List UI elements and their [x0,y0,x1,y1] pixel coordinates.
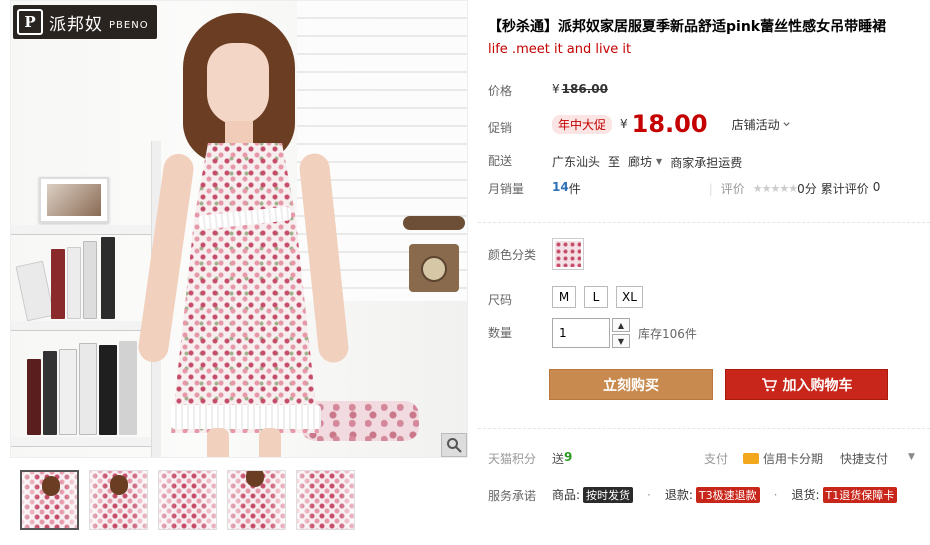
color-swatch-pink[interactable] [552,238,584,270]
service-tag-refund: T3极速退款 [695,486,760,503]
original-price: ¥ 186.00 [552,82,608,96]
ship-to: 廊坊 [628,155,653,169]
credit-installment-label: 信用卡分期 [763,452,824,466]
product-title: 【秒杀通】派邦奴家居服夏季新品舒适pink蕾丝性感女吊带睡裙 [488,19,887,35]
model-figure [136,13,351,457]
service-dot: · [773,487,778,502]
ship-from: 广东汕头 [552,155,601,169]
thumbnail-4[interactable] [227,470,286,530]
product-detail: 【秒杀通】派邦奴家居服夏季新品舒适pink蕾丝性感女吊带睡裙 life .mee… [478,0,930,545]
service-item-ship[interactable]: 商品: 按时发货 [552,486,634,503]
service-tag-return: T1退货保障卡 [822,486,898,503]
shop-activity-dropdown[interactable]: 店铺活动 [732,116,791,133]
review-count: 0 [872,180,881,194]
review-label: 累计评价 [820,182,869,196]
service-prefix: 退款: [664,488,693,502]
rating-stars: ★★★★★ [752,182,798,195]
original-price-value: 186.00 [561,82,608,96]
rating-score: 0分 [797,182,817,196]
decrement-button[interactable]: ▼ [612,334,630,348]
zoom-button[interactable] [441,433,467,457]
shipping-fee: 商家承担运费 [670,156,743,170]
credit-installment[interactable]: 信用卡分期 [743,450,823,467]
thumbnail-strip [20,470,355,530]
service-item-refund[interactable]: 退款: T3极速退款 [665,486,760,503]
thumbnail-2[interactable] [89,470,148,530]
ship-to-dropdown[interactable]: 廊坊 ▼ [628,153,662,170]
thumbnail-1[interactable] [20,470,79,530]
photo-frame [39,177,109,223]
brand-name-en: PBENO [109,19,149,31]
currency-symbol: ¥ [552,82,560,96]
points-label: 天猫积分 [488,452,537,466]
quantity-stepper: ▲ ▼ [612,318,630,348]
price-label: 价格 [488,84,513,98]
sales-count: 14 [552,180,569,194]
points-value: 送 9 [552,450,572,467]
size-label: 尺码 [488,293,513,307]
add-to-cart-button[interactable]: 加入购物车 [725,369,888,400]
brand-logo-mark: P [17,9,43,35]
promo-price-row: 年中大促 ¥ 18.00 店铺活动 [552,110,791,138]
shop-activity-label: 店铺活动 [731,117,780,132]
magnifier-icon [447,438,462,453]
cart-icon [761,377,777,391]
review-group[interactable]: 累计评价 0 [821,180,881,197]
credit-card-icon [743,453,759,464]
sales-unit: 件 [568,182,581,196]
points-amount: 9 [564,450,573,464]
size-options: M L XL [552,286,643,308]
rating-label: 评价 [720,182,745,196]
section-divider-2 [478,428,930,429]
quantity-row: ▲ ▼ 库存106件 [552,318,697,348]
size-option-xl[interactable]: XL [616,286,643,308]
sales-row: 14 件 | 评价 ★★★★★ 0分 累计评价 0 [552,180,880,197]
color-options [552,238,584,270]
main-product-image[interactable]: P 派邦奴 PBENO [10,0,468,458]
bookshelf [11,141,161,457]
promo-price: 18.00 [631,110,708,138]
service-dot: · [647,487,651,502]
size-option-m[interactable]: M [552,286,576,308]
antique-telephone [403,216,465,296]
shipping-row: 广东汕头 至 廊坊 ▼ 商家承担运费 [552,152,742,171]
buy-now-button[interactable]: 立刻购买 [549,369,713,400]
quantity-label: 数量 [488,326,513,340]
promo-tag: 年中大促 [552,114,613,134]
service-tag-ontime: 按时发货 [583,486,634,503]
quantity-input[interactable] [552,318,610,348]
promo-label: 促销 [488,121,513,135]
service-prefix: 商品: [552,488,581,502]
section-divider [478,222,930,223]
payment-label: 支付 [704,452,729,466]
service-label: 服务承诺 [488,489,537,503]
service-prefix: 退货: [791,488,820,502]
thumbnail-3[interactable] [158,470,217,530]
add-to-cart-label: 加入购物车 [782,377,853,394]
triangle-down-icon: ▼ [656,157,663,166]
sales-label: 月销量 [488,182,525,196]
service-items: 商品: 按时发货 · 退款: T3极速退款 · 退货: T1退货保障卡 [552,486,898,503]
increment-button[interactable]: ▲ [612,318,630,332]
quick-pay[interactable]: 快捷支付 [840,450,888,467]
promo-currency: ¥ [620,117,628,131]
size-option-l[interactable]: L [584,286,608,308]
color-label: 颜色分类 [488,248,537,262]
ship-to-word: 至 [608,155,621,169]
brand-logo: P 派邦奴 PBENO [13,5,157,39]
payment-expand-icon[interactable]: ▼ [908,452,915,462]
product-subtitle: life .meet it and live it [488,42,632,57]
sales-count-group: 14 件 [552,180,581,197]
thumbnail-5[interactable] [296,470,355,530]
brand-name-cn: 派邦奴 [49,14,103,35]
points-give: 送 [552,452,565,466]
rating-divider: | [708,181,713,196]
stock-text: 库存106件 [638,326,697,341]
chevron-down-icon [782,121,790,126]
shipping-label: 配送 [488,154,513,168]
product-gallery: P 派邦奴 PBENO [10,0,468,545]
service-item-return[interactable]: 退货: T1退货保障卡 [791,486,898,503]
rating-group[interactable]: ★★★★★ 0分 [753,180,817,197]
